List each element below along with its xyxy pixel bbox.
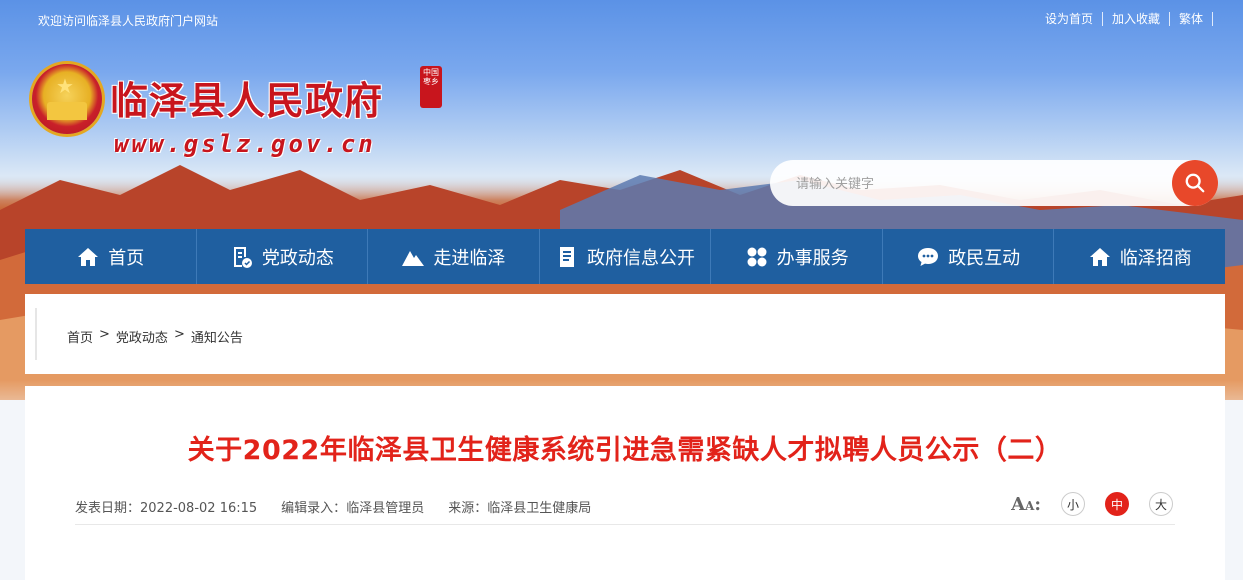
publish-date: 2022-08-02 16:15 [140,501,258,516]
search-button[interactable] [1172,160,1218,206]
breadcrumb-panel: 首页 > 党政动态 > 通知公告 [25,294,1225,374]
clipboard-icon [560,246,575,267]
nav-item-label: 办事服务 [776,247,849,269]
nav-item-investment[interactable]: 临泽招商 [1054,229,1225,284]
breadcrumb-party-news[interactable]: 党政动态 [116,327,168,346]
publish-date-label: 发表日期： [75,501,141,516]
site-name: 临泽县人民政府 [110,78,384,123]
breadcrumb-notices[interactable]: 通知公告 [191,327,243,346]
welcome-text: 欢迎访问临泽县人民政府门户网站 [38,14,219,28]
article-title: 关于2022年临泽县卫生健康系统引进急需紧缺人才拟聘人员公示（二） [187,435,1063,466]
set-homepage-link[interactable]: 设为首页 [1036,12,1103,26]
national-emblem-icon: ★ [32,64,102,134]
nav-item-label: 政府信息公开 [587,247,696,269]
nav-item-gov-info[interactable]: 政府信息公开 [540,229,712,284]
nav-item-label: 走进临泽 [433,247,506,269]
search-icon [1185,173,1205,193]
nav-item-label: 政民互动 [948,247,1021,269]
source-field: 来源：临泽县卫生健康局 [448,497,591,516]
publish-date-field: 发表日期：2022-08-02 16:15 [75,497,257,516]
mountain-icon [402,250,425,266]
font-size-large-button[interactable]: 大 [1149,492,1173,516]
traditional-chinese-link[interactable]: 繁体 [1170,12,1213,26]
nav-item-label: 党政动态 [261,247,334,269]
add-favorite-link[interactable]: 加入收藏 [1103,12,1170,26]
editor-name: 临泽县管理员 [346,501,425,516]
editor-field: 编辑录入：临泽县管理员 [281,497,424,516]
home-icon [78,247,99,266]
site-logo[interactable]: ★ 临泽县人民政府 中国枣乡 www.gslz.gov.cn [32,62,452,162]
chat-icon [918,247,939,266]
editor-label: 编辑录入： [281,501,347,516]
nav-item-party-news[interactable]: 党政动态 [197,229,369,284]
nav-item-label: 首页 [108,247,145,269]
grid-icon [747,247,767,266]
top-bar: 欢迎访问临泽县人民政府门户网站 设为首页 加入收藏 繁体 [0,0,1243,40]
search-box [770,160,1218,206]
nav-item-services[interactable]: 办事服务 [711,229,883,284]
document-check-icon [233,246,252,268]
source-label: 来源： [448,501,488,516]
seal-stamp: 中国枣乡 [420,66,442,108]
article-panel: 关于2022年临泽县卫生健康系统引进急需紧缺人才拟聘人员公示（二） 发表日期：2… [25,386,1225,580]
font-size-icon: AA: [1011,493,1041,515]
nav-item-about-linze[interactable]: 走进临泽 [368,229,540,284]
breadcrumb-separator: > [173,327,185,342]
article-meta: 发表日期：2022-08-02 16:15 编辑录入：临泽县管理员 来源：临泽县… [75,497,591,516]
breadcrumb-home[interactable]: 首页 [67,327,93,346]
breadcrumb-separator: > [99,327,110,342]
nav-item-interaction[interactable]: 政民互动 [883,229,1055,284]
main-nav: 首页 党政动态 走进临泽 政府信息公开 办事服务 政民互动 临泽招商 [25,229,1225,284]
font-size-small-button[interactable]: 小 [1061,492,1085,516]
font-size-medium-button[interactable]: 中 [1105,492,1129,516]
font-size-selector: AA: 小 中 大 [1011,492,1173,516]
site-url: www.gslz.gov.cn [114,130,376,158]
top-links: 设为首页 加入收藏 繁体 [1036,12,1213,26]
breadcrumb: 首页 > 党政动态 > 通知公告 [67,327,243,346]
search-input[interactable] [794,173,1158,195]
divider [75,524,1175,525]
home-icon [1089,247,1110,266]
nav-item-label: 临泽招商 [1119,247,1192,269]
source-name: 临泽县卫生健康局 [487,501,592,516]
nav-item-home[interactable]: 首页 [25,229,197,284]
